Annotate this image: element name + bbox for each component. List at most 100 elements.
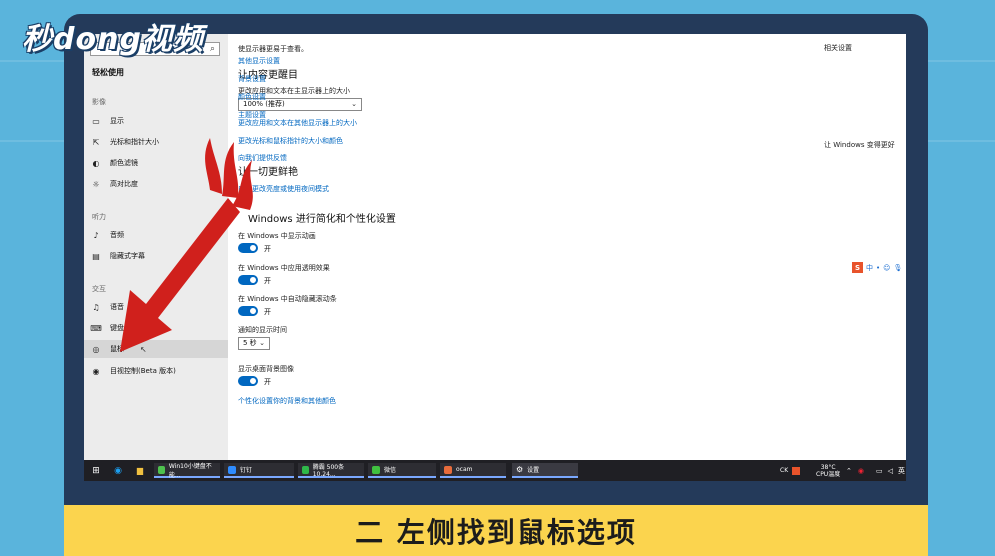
link-auto-brightness[interactable]: 自动更改亮度或使用夜间模式 [238,184,329,194]
dingtalk-icon [228,465,236,474]
sidebar-item-keyboard[interactable]: ⌨ 键盘 [84,319,228,337]
toggle-scrollbars-state: 开 [264,308,271,316]
ime-mic-icon[interactable]: 🎙 [893,264,902,272]
sidebar-item-cursor[interactable]: ⇱ 光标和指针大小 [84,133,228,151]
taskbar-task-ocam[interactable]: ocam [440,463,506,478]
toggle-desktop-bg-state: 开 [264,378,271,386]
ime-punctuation[interactable]: • [876,264,880,272]
sidebar-item-eye-control[interactable]: ◉ 目视控制(Beta 版本) [84,362,228,380]
file-explorer-icon[interactable]: ▆ [134,463,146,478]
notify-duration-label: 通知的显示时间 [238,326,287,334]
keyboard-icon: ⌨ [90,323,102,333]
sidebar-group-vision: 影像 [92,98,106,106]
toggle-scrollbars-label: 在 Windows 中自动隐藏滚动条 [238,295,337,303]
cpu-temp-label: CPU温度 [816,470,841,478]
desktop-bg-label: 显示桌面背景图像 [238,365,294,373]
task-label: 设置 [527,467,540,474]
sidebar-item-label: 目视控制(Beta 版本) [110,367,176,375]
ime-lang-icon[interactable]: 英 [898,466,905,476]
sidebar-item-label: 隐藏式字幕 [110,252,145,260]
sidebar-group-interaction: 交互 [92,285,106,293]
ime-chinese-mode[interactable]: 中 [866,263,873,273]
toggle-transparency-label: 在 Windows 中应用透明效果 [238,264,330,272]
brand-logo: 秒dong视频 [22,22,204,57]
feedback-link[interactable]: 向我们提供反馈 [238,153,287,163]
sidebar-item-color-filter[interactable]: ◐ 颜色滤镜 [84,154,228,172]
spreadsheet-icon [302,465,309,474]
link-personalize[interactable]: 个性化设置你的背景和其他颜色 [238,396,336,406]
chevron-down-icon: ⌄ [259,339,265,347]
high-contrast-icon: ☼ [92,179,100,189]
caption-bar: 二 左侧找到鼠标选项 [64,505,928,556]
sidebar-item-label: 高对比度 [110,180,138,188]
toggle-transparency-state: 开 [264,277,271,285]
caption-text: 二 左侧找到鼠标选项 [355,515,637,549]
wechat-icon [372,465,380,474]
gear-icon: ⚙ [516,465,524,474]
sogou-logo: S [852,262,863,273]
notify-duration-dropdown[interactable]: 5 秒 ⌄ [238,337,270,350]
sogou-tray-icon [792,466,801,475]
sidebar-group-hearing: 听力 [92,213,106,221]
volume-icon[interactable]: ◁ [888,467,893,475]
tray-ime[interactable]: CK [780,463,801,478]
sidebar-item-label: 音频 [110,231,124,239]
speech-icon: ♫ [92,302,100,312]
network-icon[interactable]: ▭ [876,467,883,475]
link-pointer-size[interactable]: 更改光标和鼠标指针的大小和颜色 [238,136,343,146]
sidebar-item-label: 颜色滤镜 [110,159,138,167]
sidebar-item-audio[interactable]: ♪ 音频 [84,226,228,244]
toggle-desktop-bg[interactable] [238,376,258,386]
tray-temperature[interactable]: 38°C CPU温度 [816,463,840,478]
toggle-animations[interactable] [238,243,258,253]
record-icon[interactable]: ◉ [858,467,864,475]
tray-ck-text: CK [780,467,789,474]
taskbar-task-dingtalk[interactable]: 钉钉 [224,463,294,478]
browser-icon [158,465,165,474]
mouse-icon: ◎ [92,344,100,354]
settings-main: 使显示器更易于查看。 让内容更醒目 更改应用和文本在主显示器上的大小 100% … [228,34,906,460]
task-label: Win10小键盘不能... [168,462,212,479]
sidebar-item-captions[interactable]: ▤ 隐藏式字幕 [84,247,228,265]
sidebar-item-high-contrast[interactable]: ☼ 高对比度 [84,175,228,193]
task-label: 钉钉 [240,467,253,474]
display-icon: ▭ [92,116,100,126]
taskbar-task-browser[interactable]: Win10小键盘不能... [154,462,220,479]
sidebar-item-mouse[interactable]: ◎ 鼠标 ↖ [84,340,228,358]
ocam-icon [444,465,452,474]
cursor-icon: ⇱ [92,137,100,147]
sidebar-item-display[interactable]: ▭ 显示 [84,112,228,130]
task-label: 腾霸 500条 10.24... [312,463,345,478]
sidebar-item-speech[interactable]: ♫ 语音 [84,298,228,316]
tray-icons: ⌃ ◉ [846,463,864,478]
mouse-pointer-icon: ↖ [140,344,147,354]
caption-icon: ▤ [92,251,100,261]
ime-emoji-icon[interactable]: ☺ [883,264,890,272]
taskbar: ⊞ ◉ ▆ Win10小键盘不能... 钉钉 腾霸 500条 10.24... … [84,460,906,481]
chevron-up-icon[interactable]: ⌃ [846,467,852,475]
sidebar-item-label: 显示 [110,117,124,125]
related-link-color[interactable]: 颜色设置 [238,92,266,102]
eye-control-icon: ◉ [92,366,100,376]
toggle-scrollbars[interactable] [238,306,258,316]
ime-toolbar[interactable]: S 中 • ☺ 🎙 [852,262,902,273]
sidebar-title: 轻松使用 [92,68,124,77]
related-link-theme[interactable]: 主题设置 [238,110,266,120]
toggle-animations-label: 在 Windows 中显示动画 [238,232,316,240]
related-link-background[interactable]: 背景设置 [238,74,266,84]
sidebar-item-label: 光标和指针大小 [110,138,159,146]
windows-start-icon[interactable]: ⊞ [90,463,102,478]
cortana-icon[interactable]: ◉ [112,463,124,478]
settings-sidebar: ⌕ 轻松使用 影像 ▭ 显示 ⇱ 光标和指针大小 ◐ 颜色滤镜 ☼ 高对比度 听… [84,34,228,460]
taskbar-task-wechat[interactable]: 微信 [368,463,436,478]
taskbar-task-settings[interactable]: ⚙ 设置 [512,463,578,478]
sidebar-item-label: 键盘 [110,324,124,332]
search-icon: ⌕ [209,44,215,54]
section-title-brighter: 让一切更鲜艳 [238,167,298,178]
audio-icon: ♪ [93,230,99,240]
related-link-other-display[interactable]: 其他显示设置 [238,56,280,66]
toggle-transparency[interactable] [238,275,258,285]
taskbar-task-sheet[interactable]: 腾霸 500条 10.24... [298,463,364,478]
related-settings-head: 相关设置 [824,44,852,52]
cpu-temp-value: 38°C [820,463,836,471]
